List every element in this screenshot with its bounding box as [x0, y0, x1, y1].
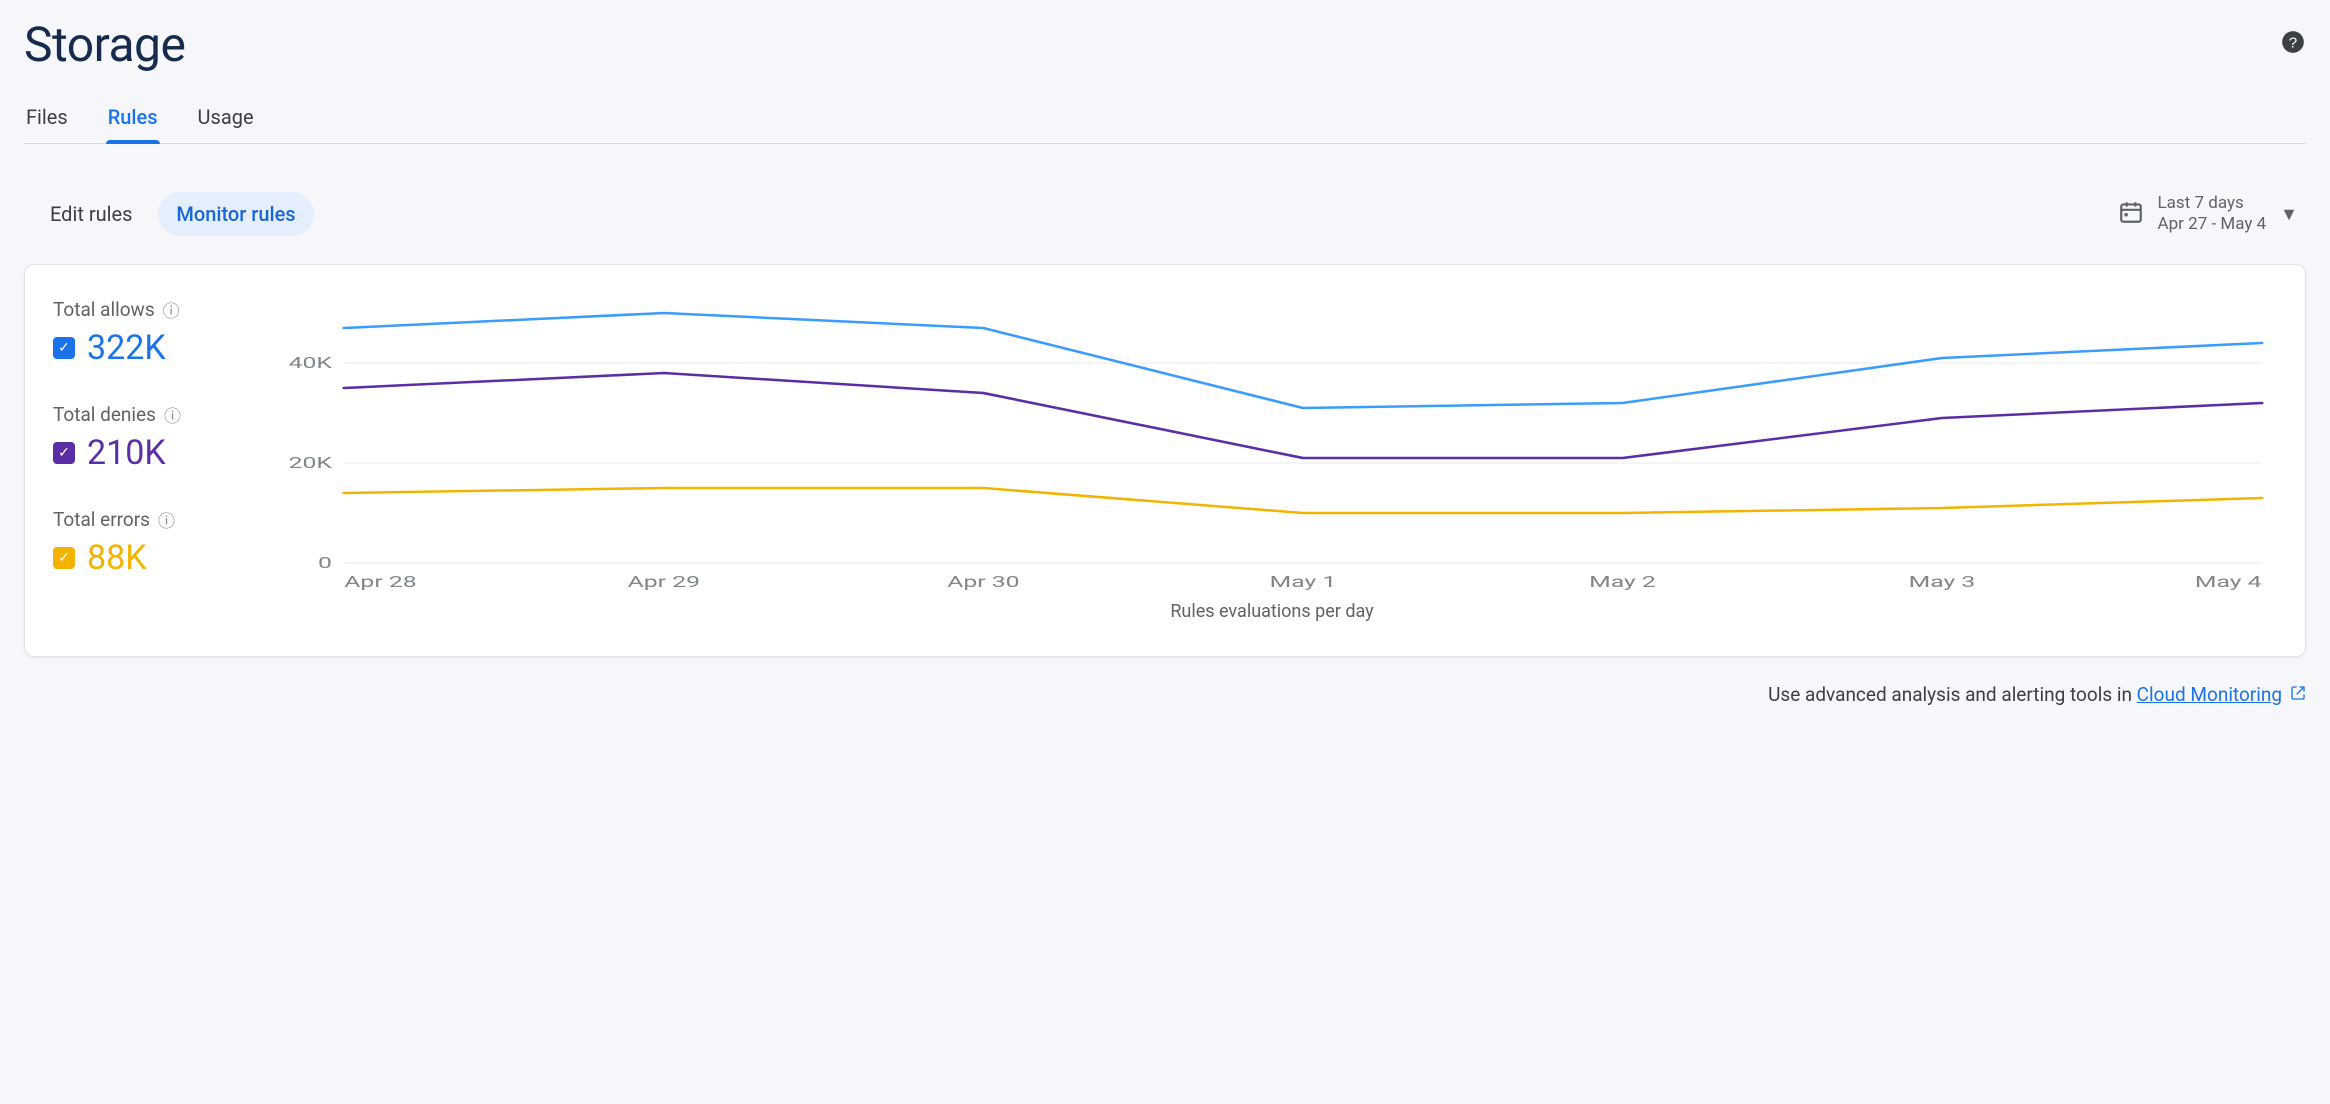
calendar-icon [2118, 199, 2144, 229]
date-range-picker[interactable]: Last 7 days Apr 27 - May 4 ▼ [2118, 193, 2298, 236]
help-icon[interactable]: ⓘ [163, 297, 180, 322]
svg-text:May 3: May 3 [1909, 573, 1976, 591]
help-icon[interactable]: ⓘ [158, 507, 175, 532]
subtab-edit-rules[interactable]: Edit rules [32, 192, 150, 236]
svg-text:May 4: May 4 [2195, 573, 2262, 591]
help-icon[interactable]: ⓘ [164, 402, 181, 427]
rules-chart: 0 20K 40K Apr 28 Apr 29 Apr 30 May 1 May 2 May 3… [267, 293, 2277, 593]
monitor-rules-card: Total allows ⓘ ✓ 322K Total denies ⓘ ✓ [24, 264, 2306, 657]
help-icon[interactable]: ? [2280, 29, 2306, 60]
svg-text:0: 0 [318, 554, 332, 572]
svg-text:20K: 20K [289, 454, 333, 472]
legend-errors-value: 88K [87, 538, 147, 578]
legend-errors-checkbox[interactable]: ✓ [53, 547, 75, 569]
main-tabs: Files Rules Usage [24, 93, 2306, 144]
legend-denies-value: 210K [87, 433, 166, 473]
legend-allows-label: Total allows [53, 298, 155, 321]
svg-text:Apr 29: Apr 29 [628, 573, 700, 591]
rules-subtabs: Edit rules Monitor rules [32, 192, 314, 236]
tab-usage[interactable]: Usage [196, 93, 256, 143]
footer-note: Use advanced analysis and alerting tools… [24, 683, 2306, 706]
svg-text:Apr 28: Apr 28 [344, 573, 416, 591]
legend-denies-label: Total denies [53, 403, 156, 426]
legend-item-allows: Total allows ⓘ ✓ 322K [53, 297, 243, 368]
legend-allows-value: 322K [87, 328, 166, 368]
legend-denies-checkbox[interactable]: ✓ [53, 442, 75, 464]
chevron-down-icon: ▼ [2280, 204, 2298, 225]
tab-rules[interactable]: Rules [106, 93, 160, 143]
svg-text:Apr 30: Apr 30 [947, 573, 1019, 591]
subtab-monitor-rules[interactable]: Monitor rules [158, 192, 313, 236]
legend-item-denies: Total denies ⓘ ✓ 210K [53, 402, 243, 473]
tab-files[interactable]: Files [24, 93, 70, 143]
legend-item-errors: Total errors ⓘ ✓ 88K [53, 507, 243, 578]
chart-legend: Total allows ⓘ ✓ 322K Total denies ⓘ ✓ [53, 293, 243, 622]
external-link-icon [2286, 686, 2306, 705]
svg-text:40K: 40K [289, 354, 333, 372]
cloud-monitoring-link[interactable]: Cloud Monitoring [2137, 683, 2282, 706]
svg-text:?: ? [2289, 34, 2297, 51]
legend-errors-label: Total errors [53, 508, 150, 531]
svg-text:May 1: May 1 [1270, 573, 1337, 591]
date-range-label: Last 7 days [2158, 193, 2267, 214]
legend-allows-checkbox[interactable]: ✓ [53, 337, 75, 359]
page-title: Storage [24, 16, 185, 73]
svg-text:May 2: May 2 [1589, 573, 1656, 591]
date-range-dates: Apr 27 - May 4 [2158, 214, 2267, 235]
footer-text: Use advanced analysis and alerting tools… [1768, 683, 2137, 706]
chart-xlabel: Rules evaluations per day [267, 601, 2277, 622]
